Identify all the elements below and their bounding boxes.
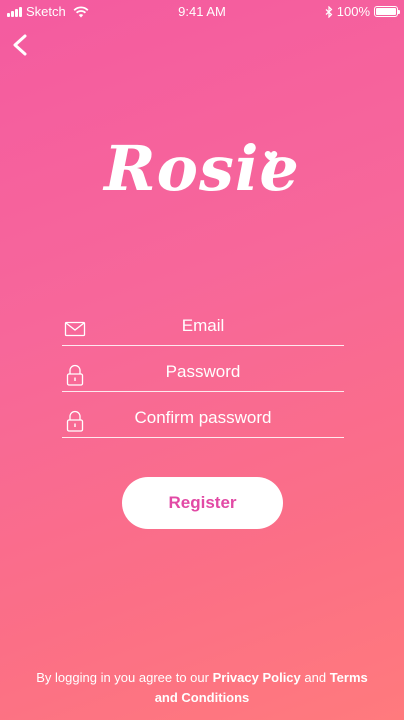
email-field bbox=[62, 308, 344, 346]
bluetooth-icon bbox=[325, 5, 333, 18]
email-input[interactable] bbox=[92, 308, 344, 344]
terms-connector: and bbox=[300, 670, 330, 685]
confirm-password-input[interactable] bbox=[92, 400, 344, 436]
status-bar: Sketch 9:41 AM 100% bbox=[0, 0, 404, 24]
register-button[interactable]: Register bbox=[122, 477, 283, 529]
status-right: 100% bbox=[325, 4, 400, 19]
back-button[interactable] bbox=[8, 30, 32, 60]
privacy-policy-link[interactable]: Privacy Policy bbox=[213, 670, 301, 685]
password-field bbox=[62, 354, 344, 392]
lock-icon bbox=[66, 410, 84, 432]
battery-percent: 100% bbox=[336, 4, 370, 19]
app-logo: Rosie bbox=[0, 132, 404, 205]
password-input[interactable] bbox=[92, 354, 344, 390]
lock-icon bbox=[66, 364, 84, 386]
envelope-icon bbox=[64, 321, 86, 337]
terms-notice: By logging in you agree to our Privacy P… bbox=[24, 668, 380, 708]
terms-prefix: By logging in you agree to our bbox=[36, 670, 213, 685]
logo-text: Rosie bbox=[104, 132, 300, 205]
heart-icon bbox=[264, 151, 278, 162]
battery-icon bbox=[374, 6, 400, 17]
confirm-password-field bbox=[62, 400, 344, 438]
